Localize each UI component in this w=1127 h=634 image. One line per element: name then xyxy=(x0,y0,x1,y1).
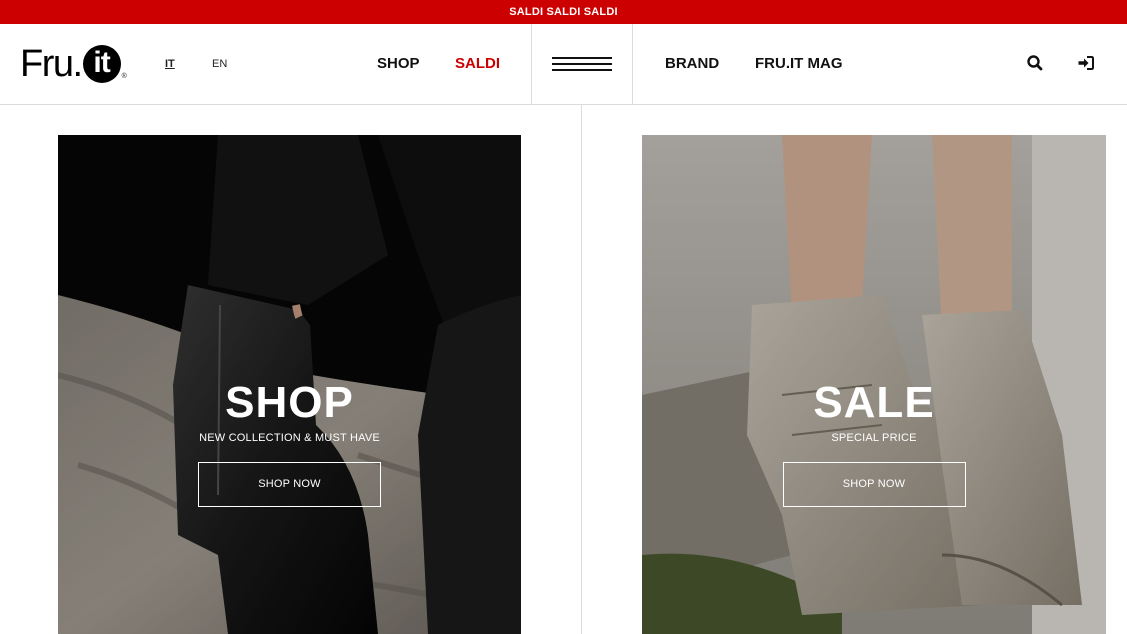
shop-panel-subtitle: NEW COLLECTION & MUST HAVE xyxy=(199,432,380,444)
logo-registered-mark: ® xyxy=(121,73,127,80)
nav-saldi[interactable]: SALDI xyxy=(455,55,500,72)
language-it[interactable]: IT xyxy=(165,58,175,70)
sale-panel-title: SALE xyxy=(813,378,935,427)
shop-panel-content: SHOP NEW COLLECTION & MUST HAVE SHOP NOW xyxy=(58,380,521,507)
sale-panel-content: SALE SPECIAL PRICE SHOP NOW xyxy=(642,380,1106,507)
nav-shop[interactable]: SHOP xyxy=(377,55,420,72)
sale-panel-subtitle: SPECIAL PRICE xyxy=(831,432,917,444)
sale-shop-now-button[interactable]: SHOP NOW xyxy=(782,462,966,507)
menu-icon[interactable] xyxy=(552,57,612,71)
promo-text[interactable]: SALDI SALDI SALDI xyxy=(509,6,618,18)
nav-brand[interactable]: BRAND xyxy=(665,55,719,72)
shop-panel[interactable]: SHOP NEW COLLECTION & MUST HAVE SHOP NOW xyxy=(58,135,521,634)
language-en[interactable]: EN xyxy=(212,58,227,70)
site-header: Fru. it ® IT EN SHOP SALDI BRAND FRU.IT … xyxy=(0,24,1127,105)
login-icon[interactable] xyxy=(1077,54,1095,72)
logo-text: Fru. xyxy=(20,42,83,85)
logo-circle: it xyxy=(82,45,121,83)
shop-now-button[interactable]: SHOP NOW xyxy=(198,462,381,507)
menu-button[interactable] xyxy=(531,24,633,104)
shop-panel-title: SHOP xyxy=(225,378,354,427)
search-icon[interactable] xyxy=(1026,54,1044,72)
column-divider xyxy=(581,105,582,634)
nav-fruit-mag[interactable]: FRU.IT MAG xyxy=(755,55,843,72)
logo[interactable]: Fru. it ® xyxy=(20,42,127,86)
promo-bar[interactable]: SALDI SALDI SALDI xyxy=(0,0,1127,24)
sale-panel[interactable]: SALE SPECIAL PRICE SHOP NOW xyxy=(642,135,1106,634)
